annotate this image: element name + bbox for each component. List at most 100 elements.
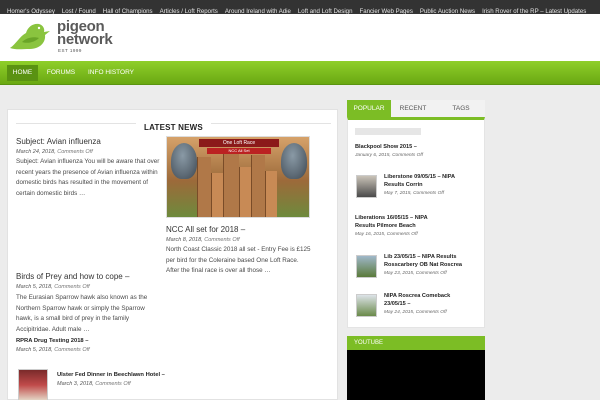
excerpt-line: Northern Sparrow hawk or simply the Spar…: [16, 304, 145, 312]
tab-recent[interactable]: RECENT: [391, 100, 435, 117]
youtube-widget-title: YOUTUBE: [347, 336, 485, 350]
popular-post-thumbnail[interactable]: [356, 175, 377, 198]
topbar-link-fancier-web-pages[interactable]: Fancier Web Pages: [359, 5, 412, 14]
heading-rule-right: [211, 123, 331, 124]
article-meta: March 5, 2018, Comments Off: [16, 284, 90, 291]
image-sub-banner: NCC All Set: [207, 148, 271, 154]
topbar-link-articles[interactable]: Articles / Loft Reports: [160, 5, 218, 14]
popular-post-title[interactable]: Liberstone 09/05/15 – NIPA Results Corrin: [384, 174, 455, 189]
latest-news-heading: LATEST NEWS: [8, 117, 339, 132]
image-building: [223, 151, 239, 217]
excerpt-line: The Eurasian Sparrow hawk also known as …: [16, 294, 148, 301]
popular-post-comments: Comments Off: [386, 232, 418, 237]
popular-post-title[interactable]: Lib 23/05/15 – NIPA Results Rosscarbery O…: [384, 254, 462, 269]
popular-post-thumbnail[interactable]: [356, 294, 377, 317]
popular-post-comments: Comments Off: [413, 191, 444, 196]
popular-post-title[interactable]: NIPA Roscrea Comeback 23/05/15 –: [384, 293, 450, 308]
site-header: pigeon network EST 1999: [0, 14, 600, 61]
topbar-link-lost-found[interactable]: Lost / Found: [62, 5, 96, 14]
sidebar-placeholder-bar: [355, 128, 421, 135]
article-date: March 8, 2018,: [166, 237, 203, 243]
topbar-link-around-ireland[interactable]: Around Ireland with Adie: [225, 5, 291, 14]
popular-post-comments: Comments Off: [415, 310, 447, 315]
article-comments: Comments Off: [204, 237, 240, 243]
article-meta: March 8, 2018, Comments Off: [166, 237, 240, 244]
excerpt-line: per bird for the Coleraine based One Lof…: [166, 256, 299, 264]
image-building: [211, 173, 223, 217]
tab-tags[interactable]: TAGS: [439, 100, 483, 117]
popular-post-meta: May 7, 2015, Comments Off: [384, 191, 444, 197]
popular-post-date: May 23, 2015,: [384, 271, 415, 276]
tab-popular[interactable]: POPULAR: [347, 100, 391, 117]
post-title-line: Liberations 16/05/15 – NIPA: [355, 215, 428, 221]
article-title-ulster-fed-dinner[interactable]: Ulster Fed Dinner in Beechlawn Hotel –: [57, 371, 165, 379]
article-comments: Comments Off: [54, 347, 90, 353]
popular-post-meta: January 6, 2015, Comments Off: [355, 153, 423, 159]
article-excerpt: The Eurasian Sparrow hawk also known as …: [16, 293, 164, 335]
post-title-line: Lib 23/05/15 – NIPA Results: [384, 254, 457, 260]
popular-post-thumbnail[interactable]: [356, 255, 377, 278]
article-date: March 3, 2018,: [57, 381, 94, 387]
nav-forums[interactable]: FORUMS: [44, 67, 78, 79]
image-pigeon-right: [281, 143, 307, 179]
article-meta: March 5, 2018, Comments Off: [16, 347, 90, 354]
latest-news-panel: LATEST NEWS Subject: Avian influenza Mar…: [7, 109, 338, 400]
article-excerpt: Subject: Avian influenza You will be awa…: [16, 157, 164, 199]
article-comments: Comments Off: [95, 381, 131, 387]
article-title-birds-of-prey[interactable]: Birds of Prey and how to cope –: [16, 272, 129, 282]
image-building: [251, 155, 265, 217]
post-title-line: Results Pilmore Beach: [355, 222, 416, 229]
image-building: [197, 157, 211, 217]
image-building: [265, 171, 277, 217]
heading-rule-left: [16, 123, 136, 124]
pigeon-logo-icon[interactable]: [8, 20, 54, 54]
post-title-line: Liberstone 09/05/15 – NIPA: [384, 174, 456, 180]
topbar-link-homers-odyssey[interactable]: Homer's Odyssey: [7, 5, 55, 14]
nav-home[interactable]: HOME: [7, 65, 38, 81]
popular-post-title[interactable]: Liberations 16/05/15 – NIPA Results Pilmo…: [355, 215, 428, 230]
main-nav: HOME FORUMS INFO HISTORY: [0, 61, 600, 85]
logo-established: EST 1999: [58, 48, 82, 53]
excerpt-line: Subject: Avian influenza You will be awa…: [16, 158, 160, 165]
popular-post-title[interactable]: Blackpool Show 2015 –: [355, 144, 417, 152]
popular-post-comments: Comments Off: [415, 271, 447, 276]
one-loft-race-image[interactable]: One Loft Race NCC All Set: [166, 136, 310, 218]
article-comments: Comments Off: [54, 284, 90, 290]
excerpt-line: domestic birds has resulted in the movem…: [16, 179, 148, 186]
post-title-line: NIPA Roscrea Comeback: [384, 293, 451, 299]
sidebar-tabs: POPULAR RECENT TAGS: [347, 100, 485, 117]
popular-post-date: January 6, 2015,: [355, 153, 391, 158]
excerpt-line: Accipitridae. Adult male …: [16, 325, 90, 333]
logo-text-network[interactable]: network: [57, 32, 113, 47]
popular-post-date: May 24, 2015,: [384, 310, 415, 315]
image-banner: One Loft Race: [199, 139, 279, 147]
popular-post-meta: May 23, 2015, Comments Off: [384, 271, 447, 277]
article-title-ncc-all-set[interactable]: NCC All set for 2018 –: [166, 225, 245, 235]
nav-info-history[interactable]: INFO HISTORY: [84, 67, 138, 79]
article-title-avian-influenza[interactable]: Subject: Avian influenza: [16, 137, 101, 147]
section-title: LATEST NEWS: [138, 123, 209, 132]
article-meta: March 24, 2018, Comments Off: [16, 149, 93, 156]
article-title-rpra-drug-testing[interactable]: RPRA Drug Testing 2018 –: [16, 337, 88, 345]
article-comments: Comments Off: [57, 149, 93, 155]
image-building: [239, 167, 251, 217]
post-title-line: 23/05/15 –: [384, 300, 411, 307]
ulster-fed-dinner-image[interactable]: [18, 369, 48, 400]
excerpt-line: North Coast Classic 2018 all set - Entry…: [166, 246, 311, 253]
top-links-bar: Homer's Odyssey Lost / Found Hall of Champ…: [0, 0, 600, 14]
post-title-line: Results Corrin: [384, 181, 423, 188]
topbar-link-loft-design[interactable]: Loft and Loft Design: [298, 5, 353, 14]
article-meta: March 3, 2018, Comments Off: [57, 381, 131, 388]
popular-post-date: May 7, 2015,: [384, 191, 412, 196]
popular-posts-panel: Blackpool Show 2015 – January 6, 2015, C…: [347, 117, 485, 328]
article-date: March 5, 2018,: [16, 347, 53, 353]
topbar-link-hall-of-champions[interactable]: Hall of Champions: [103, 5, 153, 14]
topbar-link-irish-rover[interactable]: Irish Rover of the RP – Latest Updates: [482, 5, 586, 14]
topbar-link-public-auction-news[interactable]: Public Auction News: [420, 5, 475, 14]
popular-post-meta: May 24, 2015, Comments Off: [384, 310, 447, 316]
excerpt-line: After the final race is over all those …: [166, 267, 271, 274]
image-pigeon-left: [171, 143, 197, 179]
youtube-video-embed[interactable]: [347, 350, 485, 400]
excerpt-line: certain domestic birds …: [16, 189, 86, 197]
excerpt-line: recent years the presence of Avian influ…: [16, 168, 158, 176]
